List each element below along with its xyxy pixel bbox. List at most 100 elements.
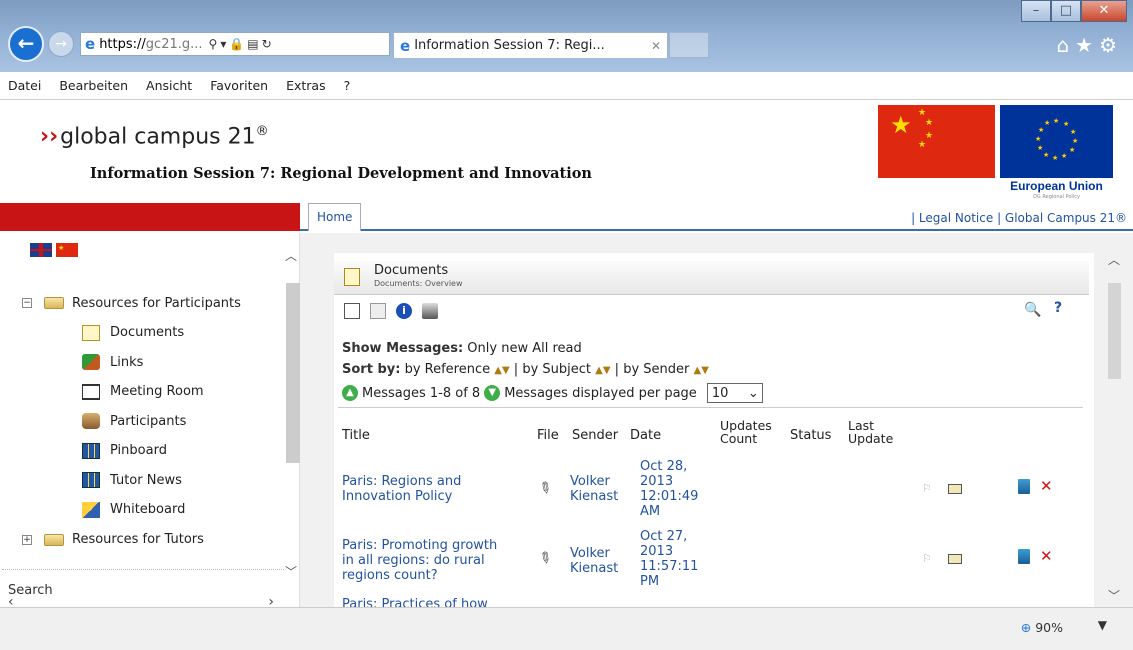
date-line: Oct 27, xyxy=(640,529,688,544)
sort-arrows-icon[interactable]: ▲▼ xyxy=(595,365,610,376)
forward-button[interactable]: → xyxy=(48,31,74,57)
edit-icon[interactable] xyxy=(1018,479,1030,498)
edit-icon[interactable] xyxy=(1018,549,1030,568)
zoom-dropdown-icon[interactable]: ▼ xyxy=(1098,618,1107,632)
sidebar-item-label: Whiteboard xyxy=(110,502,186,518)
attachment-icon[interactable]: ✎ xyxy=(535,477,556,499)
status-bar: ⊕ 90% ▼ xyxy=(0,607,1133,650)
search-label: Search xyxy=(8,583,53,598)
address-tools-icons[interactable]: ⚲▾🔒▤↻ xyxy=(209,37,275,51)
sender-line: Kienast xyxy=(570,561,619,576)
tree-group-participants[interactable]: − Resources for Participants xyxy=(22,288,241,318)
address-bar[interactable]: e https:// gc21.g... ⚲▾🔒▤↻ xyxy=(80,32,390,56)
info-icon[interactable]: i xyxy=(396,303,412,319)
sidebar-scrollbar[interactable]: ︿ ﹀ xyxy=(284,247,300,580)
flag-icon[interactable]: ⚐ xyxy=(922,481,932,496)
browser-tab[interactable]: e Information Session 7: Regi... ✕ xyxy=(393,32,668,58)
chevron-up-icon[interactable]: ︿ xyxy=(285,247,297,264)
menu-datei[interactable]: Datei xyxy=(8,78,41,93)
sidebar-item-whiteboard[interactable]: Whiteboard xyxy=(22,495,241,525)
envelope-icon[interactable] xyxy=(948,483,962,498)
chevron-up-icon[interactable]: ︿ xyxy=(1108,251,1120,268)
uk-flag-icon[interactable] xyxy=(30,243,52,257)
date-line: 2013 xyxy=(640,474,674,489)
per-page-label: Messages displayed per page xyxy=(504,385,697,401)
sidebar-item-links[interactable]: Links xyxy=(22,348,241,378)
site: ››global campus 21® Information Session … xyxy=(0,100,1133,610)
message-title-link[interactable]: Paris: Promoting growth in all regions: … xyxy=(342,538,497,583)
sender-link[interactable]: Volker Kienast xyxy=(570,474,618,504)
sidebar-item-participants[interactable]: Participants xyxy=(22,407,241,437)
attachment-icon[interactable]: ✎ xyxy=(535,547,556,569)
table-row[interactable]: Paris: Practices of how xyxy=(334,597,1089,607)
sort-sender-link[interactable]: by Sender xyxy=(623,362,689,377)
collapse-icon[interactable]: − xyxy=(22,298,32,308)
site-logo[interactable]: ››global campus 21® xyxy=(40,124,269,149)
sender-link[interactable]: Volker Kienast xyxy=(570,546,618,576)
table-row[interactable]: Paris: Promoting growth in all regions: … xyxy=(334,529,1089,599)
message-date: Oct 27, 2013 11:57:11 PM xyxy=(640,529,698,589)
menu-help[interactable]: ? xyxy=(344,78,351,93)
mark-read-icon[interactable] xyxy=(370,303,386,319)
tree-group-tutors[interactable]: + Resources for Tutors xyxy=(22,525,241,555)
minimize-button[interactable]: – xyxy=(1021,0,1051,22)
per-page-select[interactable]: 10 ⌄ xyxy=(706,383,763,403)
sort-subject-link[interactable]: by Subject xyxy=(522,362,591,377)
close-tab-icon[interactable]: ✕ xyxy=(651,39,661,53)
menu-ansicht[interactable]: Ansicht xyxy=(146,78,192,93)
sort-reference-link[interactable]: by Reference xyxy=(405,362,491,377)
maximize-button[interactable]: □ xyxy=(1051,0,1081,22)
delete-icon[interactable]: ✕ xyxy=(1040,547,1053,565)
search-icon[interactable]: 🔍 xyxy=(1024,302,1041,318)
print-icon[interactable] xyxy=(422,303,438,319)
sidebar-item-documents[interactable]: Documents xyxy=(22,318,241,348)
col-title[interactable]: Title xyxy=(342,428,370,443)
eu-label: European Union xyxy=(1010,179,1103,193)
main-scroll-thumb[interactable] xyxy=(1108,283,1121,379)
zoom-level[interactable]: ⊕ 90% xyxy=(1021,620,1063,635)
sidebar-scroll-thumb[interactable] xyxy=(286,283,300,463)
col-sender[interactable]: Sender xyxy=(572,428,618,443)
sidebar-item-tutor-news[interactable]: Tutor News xyxy=(22,466,241,496)
messages-range: Messages 1-8 of 8 xyxy=(362,385,481,401)
page-down-icon[interactable]: ▼ xyxy=(484,385,501,401)
back-button[interactable]: ← xyxy=(8,26,44,62)
col-last-line2: Update xyxy=(848,431,894,446)
tab-title: Information Session 7: Regi... xyxy=(414,38,605,53)
top-links[interactable]: | Legal Notice | Global Campus 21® xyxy=(911,211,1127,225)
chevron-down-icon[interactable]: ﹀ xyxy=(285,563,297,580)
show-messages-label: Show Messages: xyxy=(342,341,464,356)
menu-bearbeiten[interactable]: Bearbeiten xyxy=(59,78,128,93)
all-read-link[interactable]: All read xyxy=(532,341,582,356)
china-flag-icon[interactable] xyxy=(56,243,78,257)
chevron-down-icon[interactable]: ﹀ xyxy=(1108,587,1120,604)
menu-favoriten[interactable]: Favoriten xyxy=(210,78,268,93)
delete-icon[interactable]: ✕ xyxy=(1040,477,1053,495)
language-switcher xyxy=(30,243,78,257)
sort-arrows-icon[interactable]: ▲▼ xyxy=(494,365,509,376)
table-row[interactable]: Paris: Regions and Innovation Policy ✎ V… xyxy=(334,459,1089,529)
sidebar-item-label: Links xyxy=(110,354,144,370)
envelope-icon[interactable] xyxy=(948,553,962,568)
sort-arrows-icon[interactable]: ▲▼ xyxy=(694,365,709,376)
date-line: Oct 28, xyxy=(640,459,688,474)
page-up-icon[interactable]: ▲ xyxy=(342,385,358,401)
sidebar-item-meeting-room[interactable]: Meeting Room xyxy=(22,377,241,407)
message-title-link[interactable]: Paris: Practices of how xyxy=(342,597,488,607)
close-window-button[interactable]: ✕ xyxy=(1081,0,1127,22)
only-new-link[interactable]: Only new xyxy=(467,341,528,356)
new-tab-button[interactable] xyxy=(669,32,709,58)
browser-right-icons[interactable]: ⌂★⚙ xyxy=(1056,33,1123,57)
new-document-icon[interactable] xyxy=(344,303,360,319)
message-title-link[interactable]: Paris: Regions and Innovation Policy xyxy=(342,474,461,504)
sidebar-item-pinboard[interactable]: Pinboard xyxy=(22,436,241,466)
panel-subtitle: Documents: Overview xyxy=(374,279,463,288)
menu-extras[interactable]: Extras xyxy=(286,78,326,93)
flag-icon[interactable]: ⚐ xyxy=(922,551,932,566)
document-icon xyxy=(82,324,100,341)
col-updates-count: Updates Count xyxy=(720,419,772,445)
expand-icon[interactable]: + xyxy=(22,534,32,545)
main-scrollbar[interactable]: ︿ ﹀ xyxy=(1106,253,1123,607)
tab-home[interactable]: Home xyxy=(308,203,362,231)
help-icon[interactable]: ? xyxy=(1054,300,1062,316)
